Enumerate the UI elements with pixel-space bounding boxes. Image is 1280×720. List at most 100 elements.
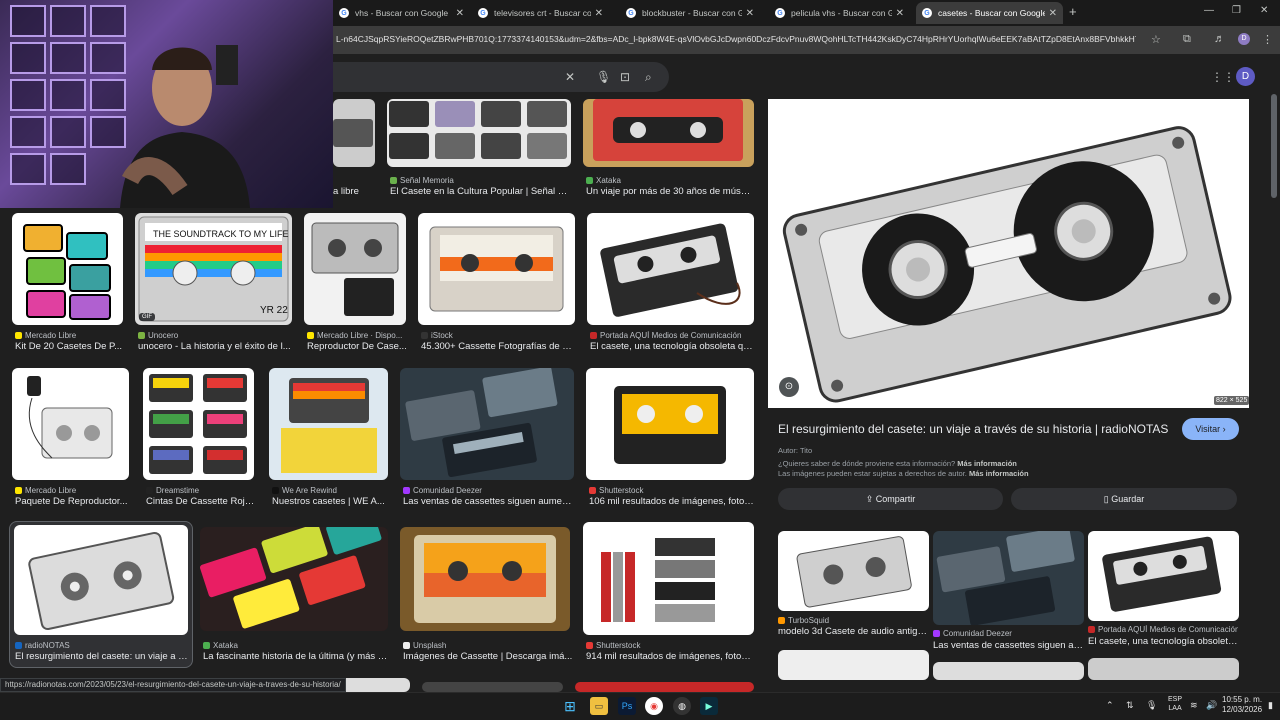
app-icon[interactable]: ▶ xyxy=(700,697,718,715)
share-button[interactable]: ⇪ Compartir xyxy=(778,488,1003,510)
result-caption[interactable]: Cintas De Cassette Roja... xyxy=(146,496,256,507)
minimize-icon[interactable]: — xyxy=(1204,5,1214,16)
result-caption[interactable]: modelo 3d Casete de audio antigu... xyxy=(778,626,928,637)
result-thumb[interactable] xyxy=(422,682,563,692)
rights-more-info-link[interactable]: Más información xyxy=(969,469,1029,478)
tab-casetes[interactable]: G casetes - Buscar con Google ✕ xyxy=(916,2,1063,24)
result-caption[interactable]: Paquete De Reproductor... xyxy=(15,496,130,507)
apps-grid-icon[interactable]: ⋮⋮ xyxy=(1211,70,1235,84)
result-thumb[interactable] xyxy=(586,368,754,480)
result-caption[interactable]: El resurgimiento del casete: un viaje a … xyxy=(15,651,190,662)
result-thumb[interactable] xyxy=(12,213,123,325)
save-button[interactable]: ▯ Guardar xyxy=(1011,488,1237,510)
result-thumb[interactable] xyxy=(575,682,754,692)
result-caption[interactable]: Un viaje por más de 30 años de músic... xyxy=(586,186,751,197)
search-input[interactable] xyxy=(333,62,669,92)
related-thumb[interactable] xyxy=(778,531,929,611)
tab-vhs[interactable]: G vhs - Buscar con Google ✕ xyxy=(333,2,470,24)
result-caption[interactable]: Las ventas de cassettes siguen au... xyxy=(933,640,1083,651)
result-caption[interactable]: Kit De 20 Casetes De P... xyxy=(15,341,125,352)
bookmark-star-icon[interactable]: ☆ xyxy=(1151,33,1161,46)
result-thumb[interactable] xyxy=(12,368,129,480)
close-tab-icon[interactable]: ✕ xyxy=(456,8,464,19)
close-icon[interactable]: ✕ xyxy=(565,70,575,84)
close-tab-icon[interactable]: ✕ xyxy=(1049,8,1057,19)
result-thumb[interactable] xyxy=(200,527,388,631)
result-source: radioNOTAS xyxy=(15,641,190,650)
result-thumb[interactable] xyxy=(143,368,254,480)
result-thumb[interactable]: THE SOUNDTRACK TO MY LIFE YR 22 GIF xyxy=(135,213,292,325)
wifi-icon[interactable]: ≋ xyxy=(1190,700,1198,711)
result-thumb[interactable] xyxy=(387,99,571,167)
window-close-icon[interactable]: ✕ xyxy=(1260,5,1268,16)
visit-button[interactable]: Visitar › xyxy=(1182,418,1239,440)
result-caption[interactable]: Las ventas de cassettes siguen aument... xyxy=(403,496,573,507)
file-explorer-icon[interactable]: ▭ xyxy=(590,697,608,715)
close-tab-icon[interactable]: ✕ xyxy=(896,8,904,19)
related-thumb[interactable] xyxy=(778,650,929,680)
network-icon[interactable]: ⇅ xyxy=(1126,700,1134,711)
chevron-up-icon[interactable]: ⌃ xyxy=(1106,700,1114,711)
photoshop-icon[interactable]: Ps xyxy=(618,697,636,715)
result-thumb[interactable] xyxy=(418,213,575,325)
more-info-link[interactable]: Más información xyxy=(957,459,1017,468)
url-field[interactable]: L-n64CJSqpRSYieROQetZBRwPHB701Q:17733741… xyxy=(336,34,1136,44)
site-favicon-icon xyxy=(15,487,22,494)
result-thumb[interactable] xyxy=(14,525,188,635)
preview-title[interactable]: El resurgimiento del casete: un viaje a … xyxy=(778,422,1168,436)
result-caption[interactable]: Imágenes de Cassette | Descarga imá... xyxy=(403,651,573,662)
result-caption[interactable]: Reproductor De Case... xyxy=(307,341,407,352)
close-tab-icon[interactable]: ✕ xyxy=(746,8,754,19)
result-caption[interactable]: 106 mil resultados de imágenes, fotos... xyxy=(589,496,754,507)
obs-icon[interactable]: ◍ xyxy=(673,697,691,715)
result-thumb[interactable] xyxy=(587,213,754,325)
result-thumb[interactable] xyxy=(304,213,406,325)
close-tab-icon[interactable]: ✕ xyxy=(595,8,603,19)
language-indicator[interactable]: ESP LAA xyxy=(1168,695,1182,713)
mic-tray-icon[interactable]: 🎙 xyxy=(1146,700,1157,711)
result-caption[interactable]: La fascinante historia de la última (y m… xyxy=(203,651,388,662)
result-caption[interactable]: El casete, una tecnología obsoleta ... xyxy=(1088,636,1238,647)
page-scrollbar[interactable] xyxy=(1271,94,1277,198)
result-thumb[interactable] xyxy=(269,368,388,480)
media-icon[interactable]: ♬ xyxy=(1214,33,1225,45)
profile-avatar[interactable]: D xyxy=(1238,33,1250,45)
related-thumb[interactable] xyxy=(933,531,1084,625)
new-tab-button[interactable]: + xyxy=(1069,4,1077,19)
chrome-icon[interactable]: ◉ xyxy=(645,697,663,715)
extensions-icon[interactable]: ⧉ xyxy=(1183,33,1191,46)
preview-image[interactable] xyxy=(768,99,1249,408)
result-caption[interactable]: a libre xyxy=(333,186,375,197)
clock[interactable]: 10:55 p. m. 12/03/2026 xyxy=(1222,695,1262,715)
tab-televisores[interactable]: G televisores crt - Buscar con Go ✕ xyxy=(472,2,609,24)
tab-pelicula-vhs[interactable]: G pelicula vhs - Buscar con Goog ✕ xyxy=(769,2,910,24)
lens-search-icon[interactable]: ⊙ xyxy=(779,377,799,397)
result-thumb[interactable] xyxy=(583,99,754,167)
tab-blockbuster[interactable]: G blockbuster - Buscar con Goog ✕ xyxy=(620,2,760,24)
result-thumb[interactable] xyxy=(583,522,754,635)
google-account-avatar[interactable]: D xyxy=(1236,67,1255,86)
result-thumb[interactable] xyxy=(400,527,570,631)
result-caption[interactable]: El casete, una tecnología obsoleta qu... xyxy=(590,341,755,352)
result-caption[interactable]: unocero - La historia y el éxito de l... xyxy=(138,341,293,352)
result-caption[interactable]: El Casete en la Cultura Popular | Señal … xyxy=(390,186,570,197)
rights-text: Las imágenes pueden estar sujetas a dere… xyxy=(778,469,967,478)
result-caption[interactable]: Nuestros casetes | WE A... xyxy=(272,496,387,507)
lens-icon[interactable]: ⊡ xyxy=(620,70,630,84)
result-caption[interactable]: 914 mil resultados de imágenes, fotos ..… xyxy=(586,651,754,662)
maximize-icon[interactable]: ❐ xyxy=(1232,5,1241,16)
result-source: iStock xyxy=(421,331,576,340)
notification-icon[interactable]: ▮ xyxy=(1268,700,1273,711)
related-thumb[interactable] xyxy=(1088,531,1239,621)
result-source: Portada AQUÍ Medios de Comunicación xyxy=(590,331,755,340)
related-thumb[interactable] xyxy=(933,662,1084,680)
result-thumb[interactable] xyxy=(400,368,574,480)
start-icon[interactable]: ⊞ xyxy=(561,697,579,715)
related-thumb[interactable] xyxy=(1088,658,1239,680)
search-icon[interactable]: ⌕ xyxy=(645,70,652,85)
menu-kebab-icon[interactable]: ⋮ xyxy=(1262,33,1273,46)
result-caption[interactable]: 45.300+ Cassette Fotografías de st... xyxy=(421,341,576,352)
volume-icon[interactable]: 🔊 xyxy=(1206,700,1217,711)
result-thumb[interactable] xyxy=(333,99,375,167)
mic-icon[interactable]: 🎙 xyxy=(596,70,611,84)
